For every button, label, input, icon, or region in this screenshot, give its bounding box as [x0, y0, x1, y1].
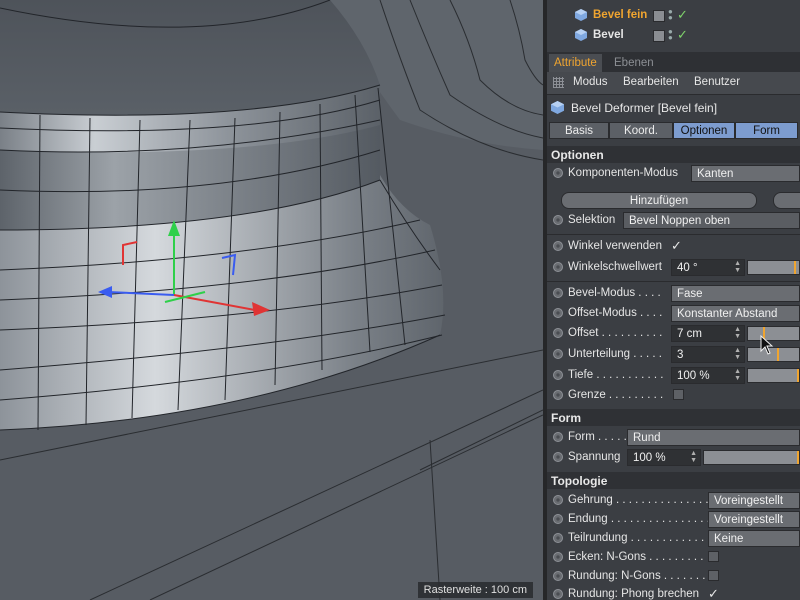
param-spannung: Spannung 100 % ▲ ▼	[547, 448, 800, 468]
object-title: Bevel Deformer [Bevel fein]	[571, 101, 718, 115]
enabled-check-icon[interactable]: ✓	[677, 7, 688, 23]
param-radio-icon[interactable]	[553, 262, 563, 272]
param-radio-icon[interactable]	[553, 241, 563, 251]
param-tiefe: Tiefe . . . . . . . . . . . 100 % ▲ ▼	[547, 366, 800, 386]
winkelschwelle-input[interactable]: 40 ° ▲ ▼	[671, 259, 745, 276]
deformer-cube-icon	[551, 101, 564, 114]
tab-form[interactable]: Form	[735, 122, 798, 139]
grenze-checkbox[interactable]	[673, 389, 684, 400]
deformer-cube-icon	[575, 29, 587, 41]
spannung-slider[interactable]	[703, 450, 800, 465]
param-rundung-ngons: Rundung: N-Gons . . . . . . .	[547, 567, 800, 587]
manager-tabs: Attribute Ebenen	[547, 52, 800, 72]
param-gehrung: Gehrung . . . . . . . . . . . . . . . Vo…	[547, 491, 800, 511]
param-winkel-verwenden: Winkel verwenden ✓	[547, 237, 800, 257]
grid-handle-icon[interactable]	[553, 77, 564, 88]
menu-modus[interactable]: Modus	[573, 76, 608, 88]
object-name-bevel: Bevel	[593, 29, 624, 41]
hinzufuegen-button[interactable]: Hinzufügen	[561, 192, 757, 209]
gehrung-dropdown[interactable]: Voreingestellt	[708, 492, 800, 509]
menu-benutzer[interactable]: Benutzer	[694, 76, 740, 88]
tab-basis[interactable]: Basis	[549, 122, 609, 139]
param-phong-brechen: Rundung: Phong brechen ✓	[547, 585, 800, 600]
selektion-field[interactable]: Bevel Noppen oben	[623, 212, 800, 229]
rundung-ngons-checkbox[interactable]	[708, 570, 719, 581]
param-radio-icon[interactable]	[553, 432, 563, 442]
section-form[interactable]: Form	[547, 409, 800, 426]
divider	[547, 234, 800, 235]
menu-bearbeiten[interactable]: Bearbeiten	[623, 76, 679, 88]
phong-brechen-checkbox[interactable]: ✓	[708, 586, 719, 600]
param-radio-icon[interactable]	[553, 215, 563, 225]
unterteilung-input[interactable]: 3 ▲ ▼	[671, 346, 745, 363]
visibility-dots-icon[interactable]: ● ●	[668, 28, 673, 42]
param-radio-icon[interactable]	[553, 571, 563, 581]
param-radio-icon[interactable]	[553, 349, 563, 359]
param-winkelschwellwert: Winkelschwellwert 40 ° ▲ ▼	[547, 258, 800, 278]
teilrundung-dropdown[interactable]: Keine	[708, 530, 800, 547]
attribute-subtabs: Basis Koord. Optionen Form	[547, 122, 800, 140]
offset-input[interactable]: 7 cm ▲ ▼	[671, 325, 745, 342]
layer-toggle-icon[interactable]	[653, 30, 665, 42]
param-radio-icon[interactable]	[553, 552, 563, 562]
divider	[547, 281, 800, 282]
second-action-button[interactable]	[773, 192, 800, 209]
param-radio-icon[interactable]	[553, 168, 563, 178]
spannung-input[interactable]: 100 % ▲ ▼	[627, 449, 701, 466]
param-radio-icon[interactable]	[553, 288, 563, 298]
param-radio-icon[interactable]	[553, 328, 563, 338]
tab-optionen[interactable]: Optionen	[673, 122, 735, 139]
visibility-dots-icon[interactable]: ● ●	[668, 8, 673, 22]
deformer-cube-icon	[575, 9, 587, 21]
object-list-item[interactable]: Bevel ● ● ✓	[547, 26, 800, 46]
param-radio-icon[interactable]	[553, 390, 563, 400]
param-radio-icon[interactable]	[553, 589, 563, 599]
section-topologie[interactable]: Topologie	[547, 472, 800, 489]
param-hinzufuegen: Hinzufügen	[547, 191, 800, 211]
param-offset-modus: Offset-Modus . . . . Konstanter Abstand	[547, 304, 800, 324]
param-radio-icon[interactable]	[553, 370, 563, 380]
enabled-check-icon[interactable]: ✓	[677, 27, 688, 43]
viewport-scene	[0, 0, 543, 600]
attribute-panel: Bevel fein ● ● ✓ Bevel ● ● ✓ Attribute Ebe…	[547, 0, 800, 600]
attribute-menubar: Modus Bearbeiten Benutzer	[547, 72, 800, 95]
mouse-cursor-icon	[760, 335, 774, 355]
ecken-ngons-checkbox[interactable]	[708, 551, 719, 562]
param-radio-icon[interactable]	[553, 495, 563, 505]
param-radio-icon[interactable]	[553, 533, 563, 543]
3d-viewport[interactable]: Rasterweite : 100 cm	[0, 0, 543, 600]
endung-dropdown[interactable]: Voreingestellt	[708, 511, 800, 528]
param-selektion: Selektion Bevel Noppen oben	[547, 211, 800, 231]
raster-width-readout: Rasterweite : 100 cm	[417, 582, 533, 598]
winkel-checkbox[interactable]: ✓	[671, 238, 682, 254]
param-komponenten-modus: Komponenten-Modus Kanten	[547, 164, 800, 184]
param-radio-icon[interactable]	[553, 514, 563, 524]
object-name-bevel-fein: Bevel fein	[593, 9, 648, 21]
section-optionen[interactable]: Optionen	[547, 146, 800, 163]
param-teilrundung: Teilrundung . . . . . . . . . . . . . Ke…	[547, 529, 800, 549]
object-list-item[interactable]: Bevel fein ● ● ✓	[547, 6, 800, 26]
tiefe-slider[interactable]	[747, 368, 800, 383]
tab-ebenen[interactable]: Ebenen	[609, 54, 659, 72]
layer-toggle-icon[interactable]	[653, 10, 665, 22]
tab-koord[interactable]: Koord.	[609, 122, 673, 139]
param-ecken-ngons: Ecken: N-Gons . . . . . . . . .	[547, 548, 800, 568]
offset-modus-dropdown[interactable]: Konstanter Abstand	[671, 305, 800, 322]
param-grenze: Grenze . . . . . . . . .	[547, 386, 800, 406]
param-endung: Endung . . . . . . . . . . . . . . . . V…	[547, 510, 800, 530]
bevel-modus-dropdown[interactable]: Fase	[671, 285, 800, 302]
komponenten-dropdown[interactable]: Kanten	[691, 165, 800, 182]
param-form: Form . . . . . Rund	[547, 428, 800, 448]
winkelschwelle-slider[interactable]	[747, 260, 800, 275]
tiefe-input[interactable]: 100 % ▲ ▼	[671, 367, 745, 384]
param-radio-icon[interactable]	[553, 308, 563, 318]
form-dropdown[interactable]: Rund	[627, 429, 800, 446]
param-radio-icon[interactable]	[553, 452, 563, 462]
param-bevel-modus: Bevel-Modus . . . . Fase	[547, 284, 800, 304]
object-header: Bevel Deformer [Bevel fein]	[547, 96, 800, 118]
tab-attribute[interactable]: Attribute	[549, 54, 602, 72]
